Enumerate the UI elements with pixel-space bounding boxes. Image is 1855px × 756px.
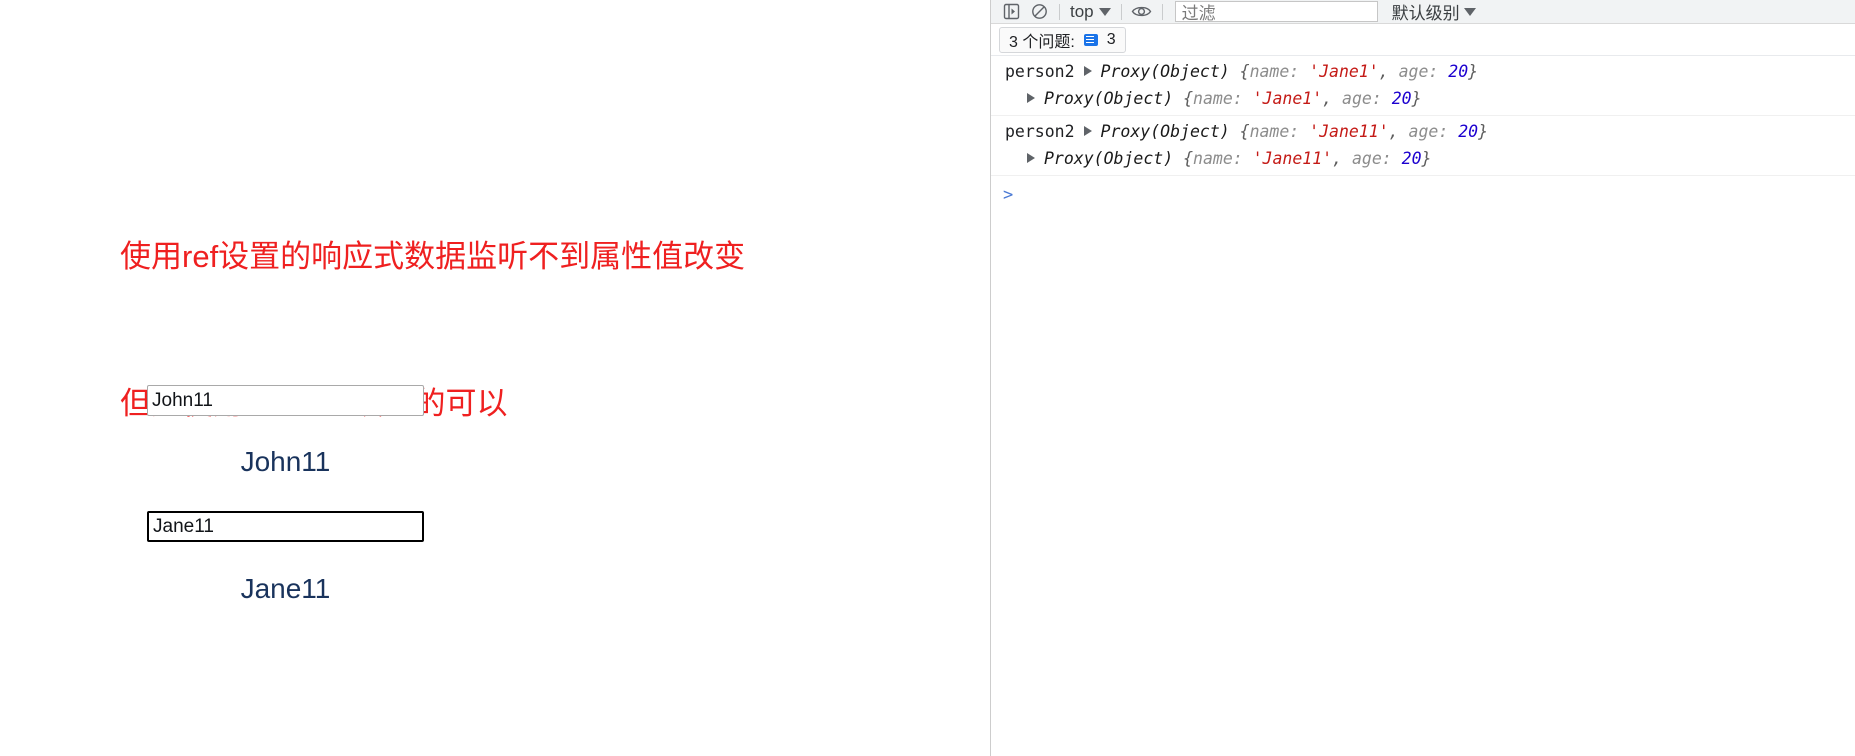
log-key-age: age: — [1342, 89, 1382, 108]
log-value-age: 20 — [1448, 62, 1469, 81]
execution-context-label: top — [1070, 1, 1094, 21]
issues-message-icon — [1083, 33, 1098, 46]
log-key-age: age: — [1398, 62, 1439, 81]
log-value-name: 'Jane1' — [1252, 89, 1323, 108]
log-space-2 — [1392, 146, 1402, 171]
log-space-1 — [1299, 119, 1309, 144]
name2-echo-text: Jane11 — [240, 573, 331, 604]
log-value-age: 20 — [1391, 89, 1412, 108]
eye-icon[interactable] — [1128, 0, 1156, 24]
log-object-type: Proxy(Object) — [1044, 89, 1174, 108]
toolbar-divider-3 — [1161, 3, 1163, 20]
log-key-age: age: — [1351, 149, 1392, 168]
issues-label: 3 个问题: — [1009, 33, 1075, 51]
log-close-brace: } — [1421, 149, 1432, 168]
browser-page-content: 使用ref设置的响应式数据监听不到属性值改变 但是使用reactive设置的可以… — [0, 0, 990, 756]
log-comma: , — [1332, 149, 1352, 168]
disclosure-triangle-icon[interactable] — [1083, 66, 1092, 76]
log-object-type: Proxy(Object) — [1100, 122, 1230, 141]
log-value-name: 'Jane11' — [1309, 122, 1389, 141]
log-key-name: name: — [1193, 89, 1243, 108]
execution-context-selector[interactable]: top — [1066, 2, 1115, 22]
notice-line-1: 使用ref设置的响应式数据监听不到属性值改变 — [120, 239, 746, 274]
log-key-name: name: — [1193, 149, 1243, 168]
log-space-1 — [1243, 86, 1253, 111]
toolbar-divider-1 — [1059, 3, 1060, 20]
log-key-name: name: — [1249, 62, 1300, 81]
console-log-nested-entry[interactable]: Proxy(Object) { name: 'Jane11' , age: 20… — [991, 145, 1855, 172]
log-key-age: age: — [1408, 122, 1449, 141]
log-space-2 — [1438, 59, 1448, 84]
prompt-caret-icon: > — [1003, 185, 1014, 205]
log-value-age: 20 — [1458, 122, 1479, 141]
log-value-name: 'Jane1' — [1309, 62, 1379, 81]
log-level-selector[interactable]: 默认级别 — [1392, 0, 1476, 24]
issues-count: 3 — [1106, 30, 1116, 48]
log-space-1 — [1243, 146, 1253, 171]
log-comma: , — [1322, 89, 1343, 108]
log-close-brace: } — [1478, 122, 1489, 141]
name1-echo-text: John11 — [240, 446, 331, 477]
log-label: person2 — [1005, 62, 1075, 81]
log-open-brace: { — [1173, 149, 1194, 168]
log-object-type: Proxy(Object) — [1044, 149, 1174, 168]
console-log-group: person2 Proxy(Object) { name: 'Jane1' , … — [991, 56, 1855, 116]
console-input-prompt[interactable]: > — [991, 176, 1855, 208]
log-open-brace: { — [1173, 89, 1194, 108]
chevron-down-icon — [1098, 7, 1111, 16]
console-filter-placeholder: 过滤 — [1181, 4, 1216, 23]
console-log-entry[interactable]: person2 Proxy(Object) { name: 'Jane11' ,… — [991, 118, 1855, 145]
disclosure-triangle-icon[interactable] — [1027, 93, 1035, 103]
console-log-group: person2 Proxy(Object) { name: 'Jane11' ,… — [991, 116, 1855, 176]
log-comma: , — [1378, 62, 1399, 81]
log-close-brace: } — [1468, 62, 1479, 81]
toolbar-divider-2 — [1120, 3, 1122, 20]
issues-chip[interactable]: 3 个问题: 3 — [999, 26, 1126, 53]
name1-input[interactable] — [147, 385, 424, 416]
log-space-1 — [1299, 59, 1309, 84]
clear-console-icon[interactable] — [1025, 0, 1053, 24]
log-open-brace: { — [1229, 122, 1250, 141]
log-comma: , — [1388, 122, 1409, 141]
log-space-2 — [1382, 86, 1392, 111]
log-value-name: 'Jane11' — [1252, 149, 1333, 168]
console-log-entry[interactable]: person2 Proxy(Object) { name: 'Jane1' , … — [991, 58, 1855, 85]
issues-bar: 3 个问题: 3 — [991, 24, 1855, 56]
sidebar-toggle-icon[interactable] — [997, 0, 1025, 24]
log-label: person2 — [1005, 122, 1075, 141]
disclosure-triangle-icon[interactable] — [1083, 126, 1092, 136]
log-value-age: 20 — [1401, 149, 1422, 168]
chevron-down-icon — [1463, 7, 1476, 16]
log-level-label: 默认级别 — [1391, 4, 1460, 23]
console-log-nested-entry[interactable]: Proxy(Object) { name: 'Jane1' , age: 20 … — [991, 85, 1855, 112]
disclosure-triangle-icon[interactable] — [1027, 153, 1035, 163]
log-key-name: name: — [1249, 122, 1300, 141]
console-log-list: person2 Proxy(Object) { name: 'Jane1' , … — [991, 56, 1855, 208]
console-toolbar: top 过滤 默认级别 — [991, 0, 1855, 24]
log-close-brace: } — [1411, 89, 1422, 108]
devtools-console-panel: top 过滤 默认级别 3 个问题: 3 person2 Proxy(Objec… — [990, 0, 1855, 756]
screen: 使用ref设置的响应式数据监听不到属性值改变 但是使用reactive设置的可以… — [0, 0, 1855, 756]
log-object-type: Proxy(Object) — [1100, 62, 1230, 81]
name2-input[interactable] — [147, 511, 424, 542]
log-open-brace: { — [1229, 62, 1250, 81]
console-filter-input[interactable]: 过滤 — [1174, 1, 1378, 23]
log-space-2 — [1448, 119, 1458, 144]
